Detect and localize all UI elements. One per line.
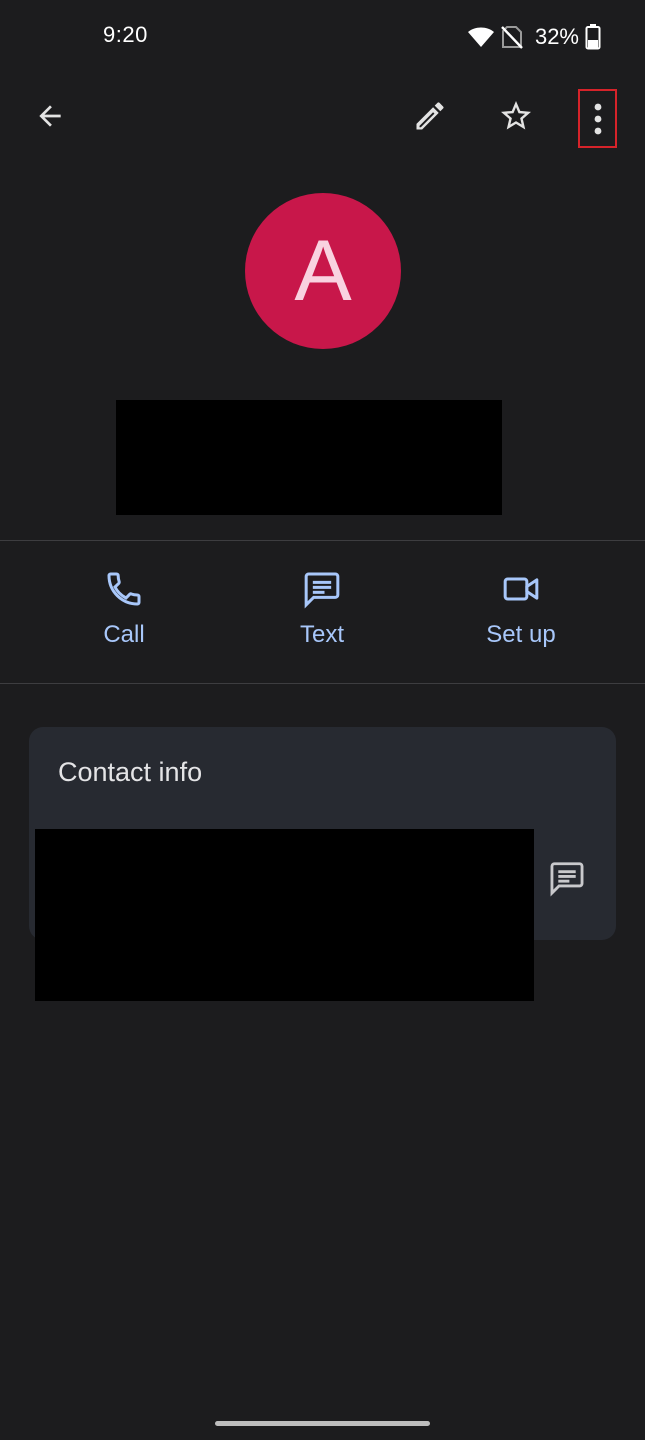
message-icon	[547, 859, 587, 897]
contact-name-redacted	[116, 400, 502, 515]
battery-icon	[585, 24, 601, 50]
phone-icon	[102, 567, 146, 611]
star-outline-icon	[498, 98, 534, 134]
status-icons: 32%	[467, 22, 601, 52]
contact-actions: Call Text Set up	[0, 541, 645, 683]
text-button[interactable]: Text	[252, 567, 392, 659]
setup-label: Set up	[486, 621, 556, 648]
back-button[interactable]	[22, 88, 78, 144]
video-setup-button[interactable]: Set up	[451, 567, 591, 659]
top-app-bar	[0, 80, 645, 152]
divider-bottom	[0, 683, 645, 684]
arrow-back-icon	[34, 100, 66, 132]
contact-phone-redacted	[35, 829, 534, 1001]
favorite-button[interactable]	[488, 88, 544, 144]
message-icon	[300, 567, 344, 611]
more-options-button[interactable]	[578, 89, 617, 148]
contact-info-title: Contact info	[58, 757, 203, 787]
videocam-icon	[499, 567, 543, 611]
call-label: Call	[103, 621, 145, 648]
no-sim-icon	[501, 25, 523, 49]
text-label: Text	[299, 621, 344, 648]
more-vert-icon	[593, 102, 603, 136]
wifi-icon	[467, 25, 495, 49]
pencil-icon	[412, 98, 448, 134]
send-message-button[interactable]	[539, 853, 595, 903]
home-gesture-bar[interactable]	[215, 1421, 430, 1426]
call-button[interactable]: Call	[54, 567, 194, 659]
status-bar: 9:20 32%	[0, 0, 645, 76]
status-time: 9:20	[103, 22, 148, 47]
battery-percent: 32%	[534, 24, 579, 49]
contact-avatar: A	[245, 193, 401, 349]
edit-contact-button[interactable]	[402, 88, 458, 144]
